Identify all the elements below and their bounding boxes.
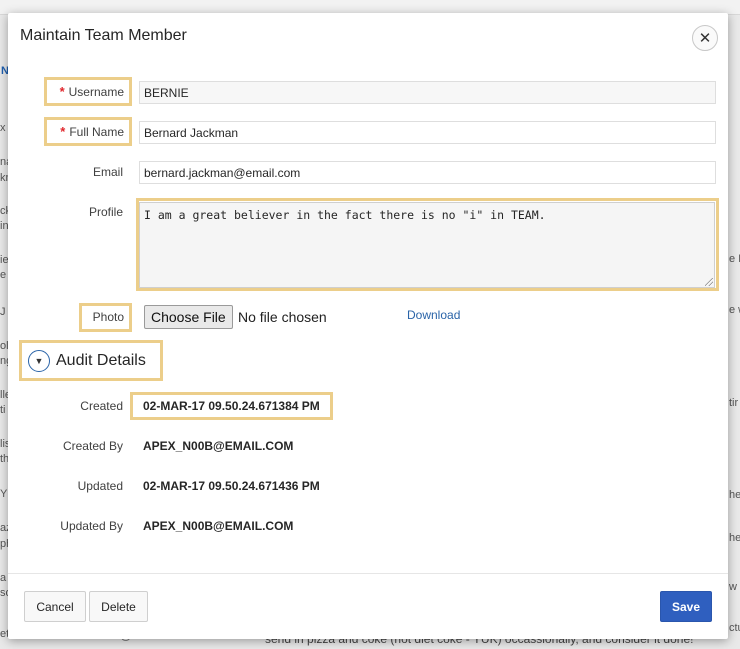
background-fragment: ctus (729, 622, 740, 634)
updated-by-label: Updated By (60, 519, 123, 533)
background-fragment: tir (729, 397, 739, 409)
profile-label: Profile (88, 205, 123, 219)
email-label: Email (92, 165, 123, 179)
file-status: No file chosen (238, 309, 327, 325)
footer-divider (8, 573, 728, 574)
dialog-title: Maintain Team Member (20, 27, 187, 44)
created-by-label: Created By (62, 439, 123, 453)
background-fragment: e w (729, 304, 740, 316)
background-fragment: x (0, 122, 6, 134)
created-value: 02-MAR-17 09.50.24.671384 PM (143, 399, 320, 413)
required-marker: * (60, 124, 66, 139)
background-fragment: he (729, 489, 740, 501)
updated-label: Updated (77, 479, 123, 493)
email-input[interactable] (139, 161, 716, 184)
audit-collapse-toggle[interactable]: ▼ (28, 350, 50, 372)
background-fragment: a (0, 572, 7, 584)
download-link[interactable]: Download (407, 308, 460, 322)
updated-value: 02-MAR-17 09.50.24.671436 PM (143, 479, 320, 493)
username-input[interactable] (139, 81, 716, 104)
photo-label: Photo (92, 310, 124, 324)
audit-details-title: Audit Details (56, 352, 146, 369)
resize-grip-icon[interactable] (705, 278, 713, 286)
full-name-label: * Full Name (60, 124, 124, 139)
background-fragment: he (729, 532, 740, 544)
created-by-value: APEX_N00B@EMAIL.COM (143, 439, 294, 453)
background-fragment: e (0, 269, 7, 281)
cancel-button[interactable]: Cancel (24, 591, 86, 622)
close-icon: ✕ (698, 29, 712, 47)
created-label: Created (80, 399, 123, 413)
background-fragment: J (0, 306, 6, 318)
close-button[interactable]: ✕ (692, 25, 718, 51)
background-fragment: ti (0, 404, 6, 416)
delete-button[interactable]: Delete (89, 591, 148, 622)
background-fragment: w (729, 581, 737, 593)
profile-textarea[interactable]: I am a great believer in the fact there … (139, 202, 715, 288)
updated-by-value: APEX_N00B@EMAIL.COM (143, 519, 294, 533)
chevron-down-icon: ▼ (34, 355, 44, 366)
background-fragment: Y (0, 488, 8, 500)
full-name-input[interactable] (139, 121, 716, 144)
username-label: * Username (59, 84, 124, 99)
maintain-team-member-dialog: Maintain Team Member ✕ *Username *Full N… (8, 13, 728, 639)
background-fragment: e I (729, 253, 740, 265)
save-button[interactable]: Save (660, 591, 712, 622)
required-marker: * (59, 84, 65, 99)
choose-file-button[interactable]: Choose File (144, 305, 233, 329)
